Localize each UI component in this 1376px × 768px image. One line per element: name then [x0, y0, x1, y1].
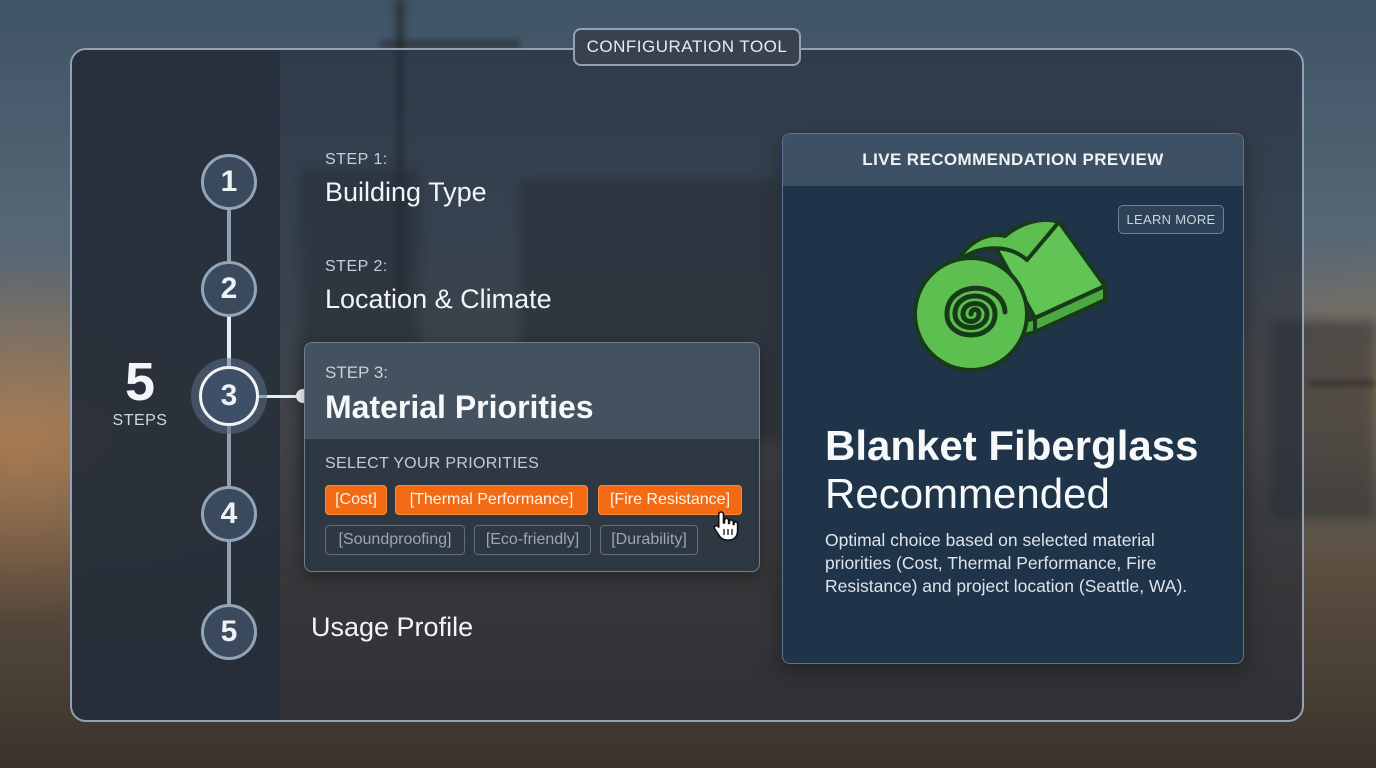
insulation-roll-icon	[913, 222, 1107, 372]
recommendation-preview-card: LIVE RECOMMENDATION PREVIEW LEARN MORE B…	[782, 133, 1244, 664]
step-5-indicator[interactable]: 5	[201, 604, 257, 660]
step-5-item[interactable]: Usage Profile	[311, 612, 473, 643]
priority-chip-durability[interactable]: [Durability]	[600, 525, 698, 555]
step-4-indicator[interactable]: 4	[201, 486, 257, 542]
hand-cursor-icon	[713, 511, 739, 541]
steps-count: 5 STEPS	[100, 352, 180, 430]
step-1-kicker: STEP 1:	[325, 151, 388, 168]
step-2-item[interactable]: STEP 2: Location & Climate	[325, 258, 552, 315]
step-5-title: Usage Profile	[311, 612, 474, 642]
preview-header: LIVE RECOMMENDATION PREVIEW	[783, 134, 1243, 186]
step-1-item[interactable]: STEP 1: Building Type	[325, 151, 487, 208]
recommendation-status: Recommended	[825, 470, 1110, 517]
step-3-card: STEP 3: Material Priorities SELECT YOUR …	[304, 342, 760, 572]
steps-count-label: STEPS	[112, 412, 168, 429]
step-3-header: STEP 3: Material Priorities	[305, 343, 759, 439]
learn-more-button[interactable]: LEARN MORE	[1118, 205, 1224, 234]
priority-chip-cost[interactable]: [Cost]	[325, 485, 387, 515]
step-2-kicker: STEP 2:	[325, 258, 388, 275]
configuration-tool-label: CONFIGURATION TOOL	[573, 28, 801, 66]
step-3-title: Material Priorities	[325, 389, 594, 425]
step-3-kicker: STEP 3:	[325, 363, 388, 382]
priority-chip-thermal-performance[interactable]: [Thermal Performance]	[395, 485, 588, 515]
recommendation-name: Blanket Fiberglass	[825, 422, 1199, 469]
step-2-indicator[interactable]: 2	[201, 261, 257, 317]
priority-chip-soundproofing[interactable]: [Soundproofing]	[325, 525, 465, 555]
priority-chip-eco-friendly[interactable]: [Eco-friendly]	[474, 525, 591, 555]
priorities-label: SELECT YOUR PRIORITIES	[325, 455, 540, 472]
steps-count-number: 5	[124, 352, 156, 412]
step-1-title: Building Type	[325, 177, 487, 207]
step-3-indicator[interactable]: 3	[199, 366, 259, 426]
step-2-title: Location & Climate	[325, 284, 552, 314]
step-1-indicator[interactable]: 1	[201, 154, 257, 210]
recommendation-description: Optimal choice based on selected materia…	[825, 530, 1188, 596]
